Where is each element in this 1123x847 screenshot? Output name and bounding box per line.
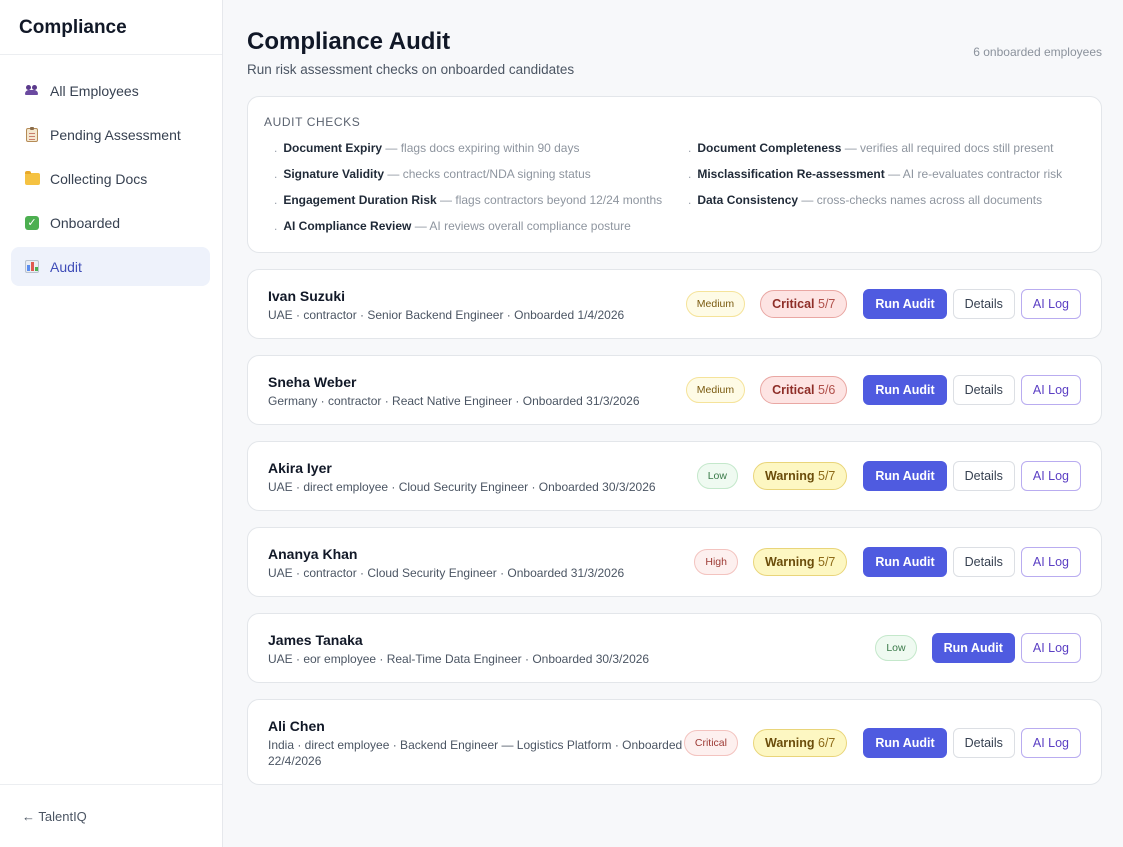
details-button[interactable]: Details xyxy=(952,375,1015,405)
sidebar-item-label: Audit xyxy=(50,258,82,275)
clipboard-icon xyxy=(24,126,40,143)
employee-name: Ivan Suzuki xyxy=(268,288,346,304)
run-audit-button[interactable]: Run Audit xyxy=(863,289,947,319)
employee-actions: Low Warning 5/7 Run Audit Details AI Log xyxy=(696,461,1081,491)
employee-actions: Medium Critical 5/7 Run Audit Details AI… xyxy=(685,289,1081,319)
page-title: Compliance Audit xyxy=(247,28,451,55)
sidebar-nav: All Employees Pending Assessment Collect… xyxy=(0,55,222,286)
employee-card: Akira Iyer UAE · direct employee · Cloud… xyxy=(247,441,1102,511)
employee-meta: UAE · contractor · Senior Backend Engine… xyxy=(268,308,625,322)
ai-log-button[interactable]: AI Log xyxy=(1020,461,1081,491)
check-item: . Misclassification Re-assessment — AI re… xyxy=(688,167,1063,181)
check-item: . Data Consistency — cross-checks names a… xyxy=(688,193,1043,207)
audit-status-badge: Critical 5/7 xyxy=(760,290,848,318)
employee-name: James Tanaka xyxy=(268,632,363,648)
bullet-icon: . xyxy=(688,141,692,155)
run-audit-button[interactable]: Run Audit xyxy=(863,547,947,577)
app-title: Compliance xyxy=(0,0,222,55)
folder-icon xyxy=(24,170,40,187)
bar-chart-icon xyxy=(24,259,40,275)
bullet-icon: . xyxy=(274,167,278,181)
bullet-icon: . xyxy=(688,193,692,207)
employee-name: Ali Chen xyxy=(268,718,325,734)
run-audit-button[interactable]: Run Audit xyxy=(863,375,947,405)
check-item: . AI Compliance Review — AI reviews overa… xyxy=(274,219,631,233)
sidebar-item-onboarded[interactable]: ✓ Onboarded xyxy=(11,203,210,242)
sidebar-item-label: All Employees xyxy=(50,82,139,99)
employee-meta: India · direct employee · Backend Engine… xyxy=(268,738,683,768)
ai-log-button[interactable]: AI Log xyxy=(1020,728,1081,758)
sidebar-item-all-employees[interactable]: All Employees xyxy=(11,71,210,110)
employee-count: 6 onboarded employees xyxy=(973,45,1102,59)
employee-name: Ananya Khan xyxy=(268,546,358,562)
employee-actions: Medium Critical 5/6 Run Audit Details AI… xyxy=(685,375,1081,405)
check-icon: ✓ xyxy=(24,215,40,231)
bullet-icon: . xyxy=(688,167,692,181)
sidebar: Compliance All Employees Pending Assessm… xyxy=(0,0,223,847)
employee-meta: UAE · contractor · Cloud Security Engine… xyxy=(268,566,625,580)
page-subtitle: Run risk assessment checks on onboarded … xyxy=(247,62,575,77)
run-audit-button[interactable]: Run Audit xyxy=(863,728,947,758)
employee-actions: High Warning 5/7 Run Audit Details AI Lo… xyxy=(694,547,1081,577)
sidebar-item-collecting-docs[interactable]: Collecting Docs xyxy=(11,159,210,198)
sidebar-item-audit[interactable]: Audit xyxy=(11,247,210,286)
risk-badge: Medium xyxy=(685,291,746,317)
employee-actions: Critical Warning 6/7 Run Audit Details A… xyxy=(683,728,1081,758)
audit-checks-heading: AUDIT CHECKS xyxy=(264,115,361,129)
employee-meta: Germany · contractor · React Native Engi… xyxy=(268,394,640,408)
check-item: . Document Completeness — verifies all re… xyxy=(688,141,1054,155)
ai-log-button[interactable]: AI Log xyxy=(1020,633,1081,663)
risk-badge: Medium xyxy=(685,377,746,403)
ai-log-button[interactable]: AI Log xyxy=(1020,547,1081,577)
sidebar-item-label: Collecting Docs xyxy=(50,170,148,187)
employee-card: James Tanaka UAE · eor employee · Real-T… xyxy=(247,613,1102,683)
audit-status-badge: Warning 5/7 xyxy=(752,462,848,490)
employee-actions: Low Run Audit AI Log xyxy=(875,633,1081,663)
sidebar-item-pending-assessment[interactable]: Pending Assessment xyxy=(11,115,210,154)
details-button[interactable]: Details xyxy=(952,728,1015,758)
employee-meta: UAE · eor employee · Real-Time Data Engi… xyxy=(268,652,650,666)
ai-log-button[interactable]: AI Log xyxy=(1020,289,1081,319)
check-item: . Document Expiry — flags docs expiring w… xyxy=(274,141,580,155)
details-button[interactable]: Details xyxy=(952,461,1015,491)
employee-card: Ali Chen India · direct employee · Backe… xyxy=(247,699,1102,785)
audit-status-badge: Critical 5/6 xyxy=(760,376,848,404)
audit-status-badge: Warning 5/7 xyxy=(752,548,848,576)
risk-badge: High xyxy=(694,549,738,575)
ai-log-button[interactable]: AI Log xyxy=(1020,375,1081,405)
audit-checks-card: AUDIT CHECKS . Document Expiry — flags do… xyxy=(247,96,1102,253)
employee-name: Sneha Weber xyxy=(268,374,357,390)
sidebar-item-label: Onboarded xyxy=(50,214,121,231)
run-audit-button[interactable]: Run Audit xyxy=(931,633,1015,663)
audit-checks-list: . Document Expiry — flags docs expiring w… xyxy=(264,135,1085,239)
back-to-talentiq-link[interactable]: ← TalentIQ xyxy=(0,784,222,847)
employee-card: Ivan Suzuki UAE · contractor · Senior Ba… xyxy=(247,269,1102,339)
check-item: . Signature Validity — checks contract/ND… xyxy=(274,167,591,181)
employee-card: Sneha Weber Germany · contractor · React… xyxy=(247,355,1102,425)
audit-status-badge: Warning 6/7 xyxy=(752,729,848,757)
employee-meta: UAE · direct employee · Cloud Security E… xyxy=(268,480,656,494)
check-item: . Engagement Duration Risk — flags contra… xyxy=(274,193,663,207)
run-audit-button[interactable]: Run Audit xyxy=(863,461,947,491)
bullet-icon: . xyxy=(274,141,278,155)
risk-badge: Low xyxy=(875,635,917,661)
risk-badge: Critical xyxy=(683,730,738,756)
bullet-icon: . xyxy=(274,193,278,207)
bullet-icon: . xyxy=(274,219,278,233)
employee-card: Ananya Khan UAE · contractor · Cloud Sec… xyxy=(247,527,1102,597)
sidebar-item-label: Pending Assessment xyxy=(50,126,181,143)
people-icon xyxy=(24,83,40,99)
details-button[interactable]: Details xyxy=(952,289,1015,319)
employee-name: Akira Iyer xyxy=(268,460,332,476)
details-button[interactable]: Details xyxy=(952,547,1015,577)
risk-badge: Low xyxy=(696,463,738,489)
